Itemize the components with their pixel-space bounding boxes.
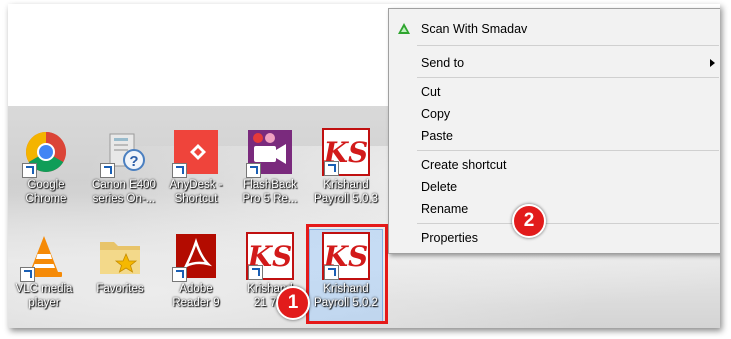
shortcut-arrow-icon bbox=[20, 267, 35, 282]
menu-item-delete[interactable]: Delete bbox=[421, 177, 457, 197]
menu-item-properties[interactable]: Properties bbox=[421, 228, 478, 248]
menu-item-paste[interactable]: Paste bbox=[421, 126, 453, 146]
menu-item-create-shortcut[interactable]: Create shortcut bbox=[421, 155, 506, 175]
step-badge-2: 2 bbox=[512, 204, 546, 238]
menu-item-send-to[interactable]: Send to bbox=[421, 53, 464, 73]
menu-separator bbox=[417, 45, 719, 46]
shortcut-arrow-icon bbox=[246, 163, 261, 178]
menu-separator bbox=[417, 150, 719, 151]
shortcut-arrow-icon bbox=[172, 163, 187, 178]
smadav-icon bbox=[398, 23, 410, 34]
icon-label: Google Chrome bbox=[25, 179, 67, 205]
menu-item-scan-smadav[interactable]: Scan With Smadav bbox=[421, 19, 527, 39]
icon-label: Krishand Payroll 5.0.3 bbox=[314, 179, 378, 205]
menu-item-cut[interactable]: Cut bbox=[421, 82, 440, 102]
shortcut-arrow-icon bbox=[324, 161, 339, 176]
svg-text:?: ? bbox=[129, 153, 138, 170]
shortcut-arrow-icon bbox=[172, 267, 187, 282]
desktop-icon-anydesk[interactable]: AnyDesk - Shortcut bbox=[160, 128, 232, 206]
desktop-icon-krishand-503[interactable]: KS Krishand Payroll 5.0.3 bbox=[310, 128, 382, 206]
shortcut-arrow-icon bbox=[248, 265, 263, 280]
icon-label: FlashBack Pro 5 Re... bbox=[242, 179, 298, 205]
desktop-icon-vlc[interactable]: VLC media player bbox=[8, 232, 80, 310]
menu-separator bbox=[417, 223, 719, 224]
menu-item-rename[interactable]: Rename bbox=[421, 199, 468, 219]
icon-label: Adobe Reader 9 bbox=[172, 283, 220, 309]
desktop-icon-favorites[interactable]: Favorites bbox=[84, 232, 156, 296]
icon-label: Favorites bbox=[96, 283, 144, 295]
desktop-icon-flashback[interactable]: FlashBack Pro 5 Re... bbox=[234, 128, 306, 206]
desktop-icon-adobe-reader[interactable]: Adobe Reader 9 bbox=[160, 232, 232, 310]
desktop-icon-canon[interactable]: ? Canon E400 series On-... bbox=[88, 128, 160, 206]
step-badge-1: 1 bbox=[276, 286, 310, 320]
context-menu: Scan With Smadav Send to Cut Copy Paste … bbox=[388, 8, 720, 254]
menu-item-copy[interactable]: Copy bbox=[421, 104, 450, 124]
favorites-folder-icon bbox=[100, 242, 140, 274]
icon-label: Canon E400 series On-... bbox=[92, 179, 156, 205]
highlight-box-selected-icon bbox=[306, 224, 388, 324]
submenu-arrow-icon bbox=[710, 59, 715, 67]
icon-label: AnyDesk - Shortcut bbox=[169, 179, 223, 205]
shortcut-arrow-icon bbox=[100, 163, 115, 178]
desktop-icon-chrome[interactable]: Google Chrome bbox=[10, 128, 82, 206]
shortcut-arrow-icon bbox=[22, 163, 37, 178]
screenshot-frame: GoogleChrome ? Canon E400series On-... bbox=[8, 4, 720, 328]
menu-separator bbox=[417, 77, 719, 78]
icon-label: VLC media player bbox=[15, 283, 73, 309]
